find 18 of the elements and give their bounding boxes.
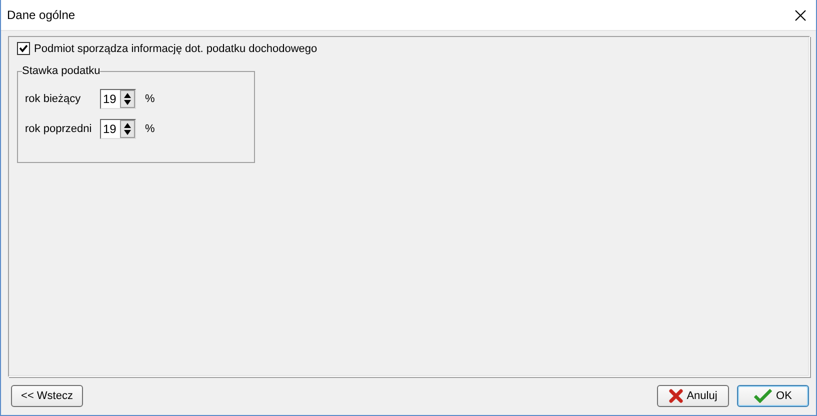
group-title: Stawka podatku xyxy=(22,65,100,77)
check-icon xyxy=(754,389,772,403)
spin-arrows-icon[interactable] xyxy=(120,120,135,138)
window-title: Dane ogólne xyxy=(7,8,76,22)
close-icon[interactable] xyxy=(795,10,806,20)
field-label: rok poprzedni xyxy=(25,123,93,135)
checkbox-label: Podmiot sporządza informację dot. podatku dochodowego xyxy=(34,42,318,54)
unit-label: % xyxy=(145,93,155,105)
ok-button[interactable]: OK xyxy=(737,385,809,407)
field-label: rok bieżący xyxy=(25,93,82,105)
checkbox[interactable] xyxy=(17,42,30,55)
cross-icon xyxy=(668,389,683,403)
cancel-button[interactable]: Anuluj xyxy=(657,385,729,407)
spin-arrows-icon[interactable] xyxy=(120,90,135,108)
back-button[interactable]: << Wstecz xyxy=(11,385,83,407)
spin-field[interactable]: 19 xyxy=(100,119,136,139)
spin-field[interactable]: 19 xyxy=(100,89,136,109)
unit-label: % xyxy=(145,123,155,135)
